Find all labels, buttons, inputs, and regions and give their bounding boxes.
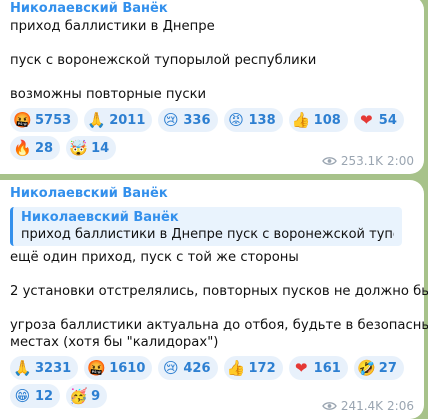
message-meta: 241.4K 2:06 — [321, 399, 414, 413]
reaction-crying[interactable]: 😢 336 — [158, 108, 218, 132]
reaction-folded-hands[interactable]: 🙏 3231 — [10, 356, 79, 380]
reaction-heart[interactable]: ❤ 54 — [353, 108, 404, 132]
laughing-face-icon: 🤣 — [356, 358, 376, 377]
eye-icon — [321, 157, 337, 165]
reaction-count: 28 — [35, 140, 54, 156]
reaction-grinning[interactable]: 😁 12 — [10, 384, 61, 408]
reaction-count: 1610 — [109, 360, 146, 376]
message-line-blank — [10, 35, 416, 52]
reaction-count: 2011 — [109, 112, 146, 128]
exploding-head-icon: 🤯 — [69, 138, 88, 157]
reaction-thumbs-up[interactable]: 👍 108 — [288, 108, 348, 132]
message-bubble[interactable]: Николаевский Ванёк Николаевский Ванёк пр… — [0, 180, 428, 419]
message-time: 2:00 — [387, 154, 414, 168]
eye-icon — [321, 402, 337, 410]
reaction-angry[interactable]: 😡 138 — [223, 108, 283, 132]
reaction-exploding-head[interactable]: 🤯 14 — [66, 136, 117, 160]
reaction-crying[interactable]: 😢 426 — [158, 356, 218, 380]
message-line: 2 установки отстрелялись, повторных пуск… — [10, 284, 428, 299]
reaction-laughing[interactable]: 🤣 27 — [353, 356, 404, 380]
thumbs-up-icon: 👍 — [226, 358, 246, 377]
folded-hands-icon: 🙏 — [87, 110, 107, 129]
message-author[interactable]: Николаевский Ванёк — [10, 0, 416, 18]
reaction-count: 9 — [91, 388, 101, 404]
reaction-count: 336 — [183, 112, 211, 128]
views-count: 253.1K — [340, 154, 384, 168]
folded-hands-icon: 🙏 — [13, 358, 32, 377]
reaction-fire[interactable]: 🔥 28 — [10, 136, 61, 160]
message-line-blank — [10, 69, 416, 86]
message-line: ещё один приход, пуск с той же стороны — [10, 250, 299, 265]
reaction-count: 54 — [378, 112, 397, 128]
quote-author: Николаевский Ванёк — [21, 210, 179, 225]
red-heart-icon: ❤ — [360, 110, 373, 129]
reaction-count: 172 — [248, 360, 276, 376]
angry-face-icon: 😡 — [228, 110, 244, 129]
reaction-count: 108 — [313, 112, 341, 128]
message-line: местах (хотя бы "калидорах") — [10, 335, 219, 350]
reaction-party[interactable]: 🥳 9 — [66, 384, 108, 408]
reaction-count: 426 — [183, 360, 211, 376]
reply-quote[interactable]: Николаевский Ванёк приход баллистики в Д… — [10, 207, 402, 246]
reactions-bar: 🤬 5753 🙏 2011 😢 336 😡 138 👍 108 ❤ 54 🔥 28 🤯 14 — [10, 108, 410, 160]
reaction-count: 5753 — [35, 112, 72, 128]
crying-face-icon: 😢 — [163, 358, 179, 377]
message-line-blank — [10, 300, 416, 317]
message-time: 2:06 — [387, 399, 414, 413]
reaction-heart[interactable]: ❤ 161 — [288, 356, 348, 380]
reaction-count: 27 — [378, 360, 397, 376]
views-count: 241.4K — [340, 399, 384, 413]
message-meta: 253.1K 2:00 — [321, 154, 414, 168]
reaction-thumbs-up[interactable]: 👍 172 — [223, 356, 283, 380]
angry-cursing-face-icon: 🤬 — [13, 110, 32, 129]
reaction-count: 138 — [248, 112, 276, 128]
reaction-count: 3231 — [35, 360, 72, 376]
message-author[interactable]: Николаевский Ванёк — [10, 185, 416, 203]
reaction-angry-cursing[interactable]: 🤬 1610 — [84, 356, 153, 380]
red-heart-icon: ❤ — [294, 358, 308, 377]
reaction-count: 14 — [91, 140, 110, 156]
message-bubble[interactable]: Николаевский Ванёк приход баллистики в Д… — [0, 0, 424, 174]
message-line: приход баллистики в Днепре — [10, 19, 215, 34]
message-line: угроза баллистики актуальна до отбоя, бу… — [10, 318, 428, 333]
message-line: возможны повторные пуски — [10, 87, 207, 102]
message-line-blank — [10, 266, 416, 283]
crying-face-icon: 😢 — [163, 110, 179, 129]
message-text: ещё один приход, пуск с той же стороны 2… — [10, 249, 428, 351]
reaction-count: 161 — [313, 360, 341, 376]
reaction-count: 12 — [35, 388, 54, 404]
reaction-folded-hands[interactable]: 🙏 2011 — [84, 108, 153, 132]
message-text: приход баллистики в Днепре пуск с вороне… — [10, 18, 416, 103]
message-line: пуск с воронежской тупорылой республики — [10, 53, 317, 68]
angry-cursing-face-icon: 🤬 — [87, 358, 107, 377]
reaction-angry-cursing[interactable]: 🤬 5753 — [10, 108, 79, 132]
fire-icon: 🔥 — [13, 138, 32, 157]
thumbs-up-icon: 👍 — [291, 110, 311, 129]
grinning-face-icon: 😁 — [14, 386, 31, 405]
quote-text: приход баллистики в Днепре пуск с вороне… — [21, 227, 394, 242]
party-face-icon: 🥳 — [69, 386, 88, 405]
